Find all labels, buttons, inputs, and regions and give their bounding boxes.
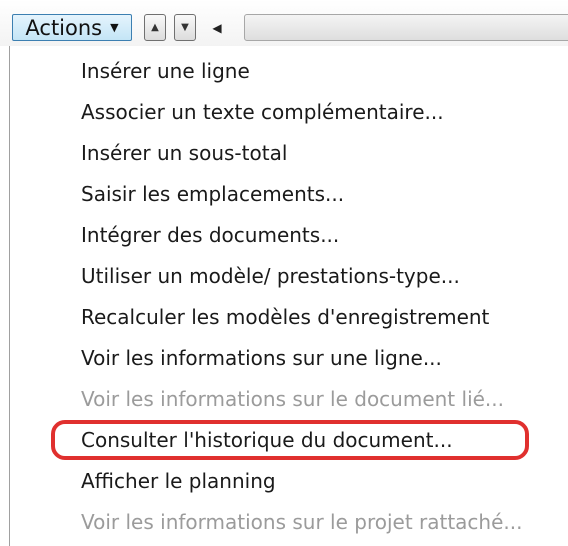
menu-item-afficher-planning[interactable]: Afficher le planning (81, 468, 276, 494)
triangle-down-icon: ▼ (181, 22, 189, 33)
menu-item-inserer-ligne[interactable]: Insérer une ligne (81, 58, 250, 84)
horizontal-scrollbar[interactable] (244, 14, 568, 41)
actions-menu-button[interactable]: Actions ▼ (12, 14, 132, 41)
menu-item-recalculer-modeles[interactable]: Recalculer les modèles d'enregistrement (81, 304, 489, 330)
scroll-left-button[interactable]: ◀ (201, 14, 233, 41)
actions-label: Actions (25, 15, 103, 40)
actions-dropdown-menu: Insérer une ligne Associer un texte comp… (9, 46, 568, 546)
menu-item-inserer-sous-total[interactable]: Insérer un sous-total (81, 140, 287, 166)
move-up-button[interactable]: ▲ (144, 14, 166, 41)
menu-item-voir-infos-projet: Voir les informations sur le projet ratt… (81, 510, 523, 534)
menu-item-associer-texte[interactable]: Associer un texte complémentaire... (81, 99, 444, 125)
menu-item-voir-infos-document-lie: Voir les informations sur le document li… (81, 387, 504, 411)
menu-item-saisir-emplacements[interactable]: Saisir les emplacements... (81, 181, 344, 207)
arrow-left-icon: ◀ (212, 20, 222, 35)
move-down-button[interactable]: ▼ (174, 14, 196, 41)
menu-item-consulter-historique[interactable]: Consulter l'historique du document... (81, 427, 453, 453)
menu-item-integrer-documents[interactable]: Intégrer des documents... (81, 222, 339, 248)
menu-item-voir-infos-ligne[interactable]: Voir les informations sur une ligne... (81, 345, 442, 371)
dropdown-arrow-icon: ▼ (110, 21, 119, 34)
menu-item-utiliser-modele[interactable]: Utiliser un modèle/ prestations-type... (81, 263, 460, 289)
toolbar: Actions ▼ ▲ ▼ ◀ (0, 0, 568, 46)
triangle-up-icon: ▲ (151, 22, 159, 33)
